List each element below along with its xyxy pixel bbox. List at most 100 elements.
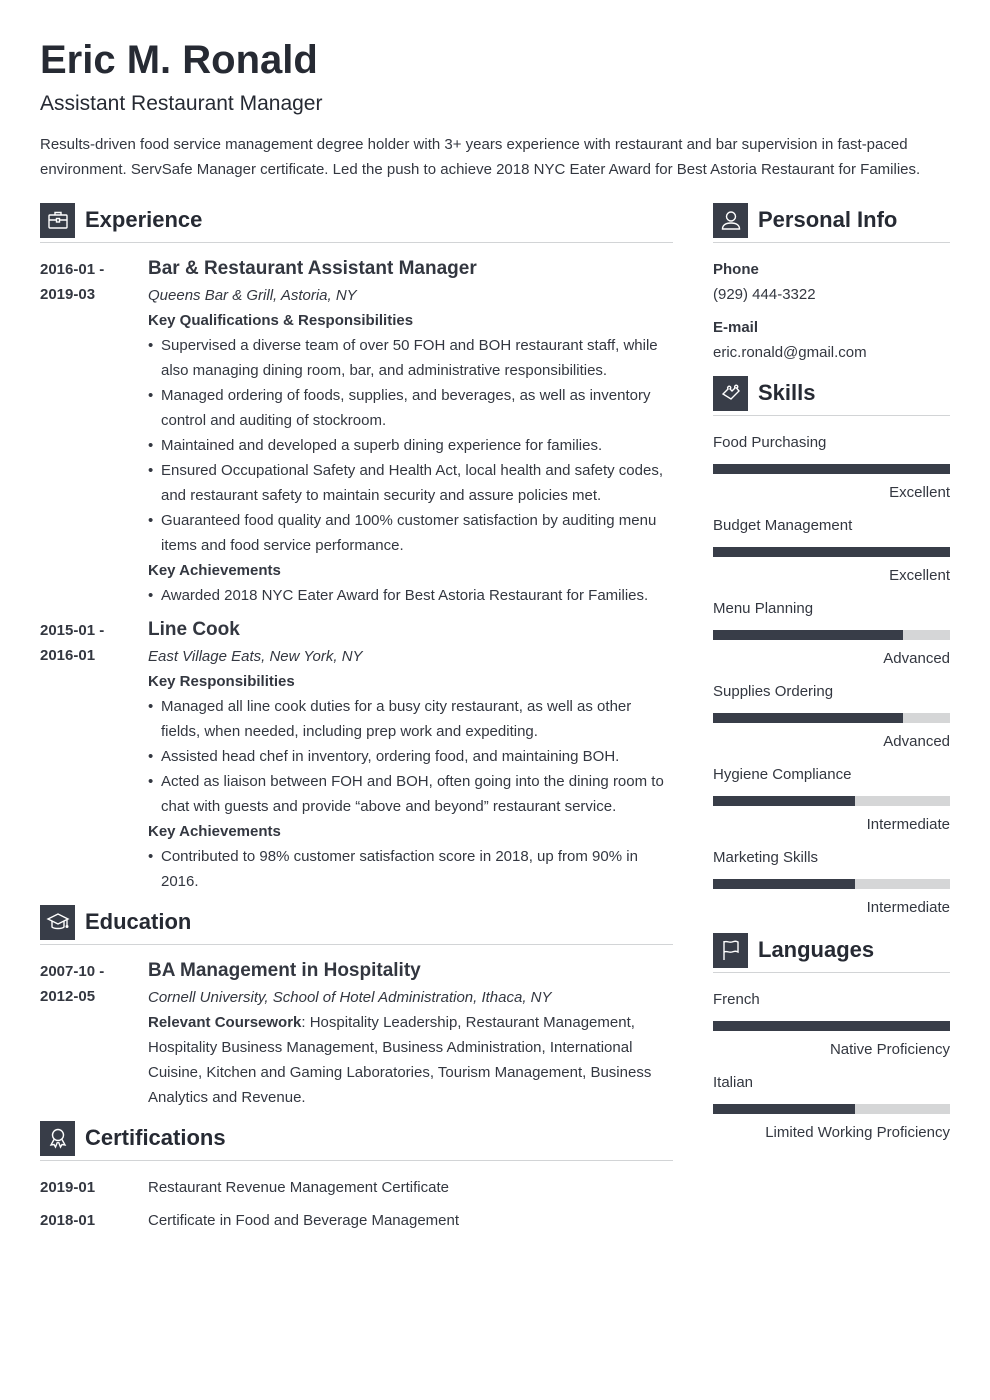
language-item: Italian Limited Working Proficiency bbox=[713, 1070, 950, 1145]
languages-header: Languages bbox=[713, 932, 950, 973]
certification-item: 2019-01 Restaurant Revenue Management Ce… bbox=[40, 1175, 673, 1200]
coursework-label: Relevant Coursework bbox=[148, 1014, 302, 1031]
language-item: French Native Proficiency bbox=[713, 987, 950, 1062]
skill-level-label: Intermediate bbox=[866, 816, 950, 833]
employer: Queens Bar & Grill, Astoria, NY bbox=[148, 287, 357, 304]
briefcase-icon bbox=[40, 202, 75, 238]
language-level-label: Limited Working Proficiency bbox=[765, 1124, 950, 1141]
graduation-cap-icon bbox=[40, 904, 75, 940]
responsibilities-label: Key Qualifications & Responsibilities bbox=[148, 312, 414, 329]
languages-section: Languages French Native Proficiency Italia… bbox=[713, 932, 950, 1145]
achievements-list: Contributed to 98% customer satisfaction… bbox=[148, 844, 673, 894]
language-level-fill bbox=[713, 1021, 950, 1031]
institution: Cornell University, School of Hotel Admi… bbox=[148, 989, 552, 1006]
certifications-header: Certifications bbox=[40, 1120, 673, 1161]
date-end: 2016-01 bbox=[40, 647, 96, 664]
certification-item: 2018-01 Certificate in Food and Beverage… bbox=[40, 1208, 673, 1233]
left-column: Experience 2016-01 - 2019-03 Bar & Resta… bbox=[40, 202, 673, 1241]
skills-header: Skills bbox=[713, 375, 950, 416]
phone-label: Phone bbox=[713, 261, 759, 278]
cert-date: 2018-01 bbox=[40, 1212, 96, 1229]
skill-level-fill bbox=[713, 547, 950, 557]
cert-date: 2019-01 bbox=[40, 1179, 96, 1196]
flag-icon bbox=[713, 932, 748, 968]
language-name: French bbox=[713, 991, 760, 1008]
entry-body: Line Cook East Village Eats, New York, N… bbox=[148, 618, 673, 894]
list-item: Guaranteed food quality and 100% custome… bbox=[148, 508, 673, 558]
list-item: Supervised a diverse team of over 50 FOH… bbox=[148, 333, 673, 383]
skills-title: Skills bbox=[758, 380, 816, 405]
skill-level-bar bbox=[713, 879, 950, 889]
entry-body: BA Management in Hospitality Cornell Uni… bbox=[148, 959, 673, 1110]
entry-body: Bar & Restaurant Assistant Manager Queen… bbox=[148, 257, 673, 608]
skill-item: Budget Management Excellent bbox=[713, 513, 950, 588]
phone-value: (929) 444-3322 bbox=[713, 286, 816, 303]
degree: BA Management in Hospitality bbox=[148, 960, 421, 981]
list-item: Acted as liaison between FOH and BOH, of… bbox=[148, 769, 673, 819]
date-start: 2007-10 - bbox=[40, 963, 105, 980]
responsibilities-list: Supervised a diverse team of over 50 FOH… bbox=[148, 333, 673, 558]
skill-level-label: Excellent bbox=[889, 484, 950, 501]
skill-item: Marketing Skills Intermediate bbox=[713, 845, 950, 920]
language-level-bar bbox=[713, 1104, 950, 1114]
email-label: E-mail bbox=[713, 319, 759, 336]
personal-info-title: Personal Info bbox=[758, 207, 898, 232]
summary: Results-driven food service management d… bbox=[40, 136, 921, 178]
experience-entry: 2015-01 - 2016-01 Line Cook East Village… bbox=[40, 618, 673, 894]
entry-date: 2007-10 - 2012-05 bbox=[40, 959, 148, 1110]
list-item: Managed all line cook duties for a busy … bbox=[148, 694, 673, 744]
candidate-name: Eric M. Ronald bbox=[40, 38, 318, 82]
date-end: 2012-05 bbox=[40, 988, 96, 1005]
right-column: Personal Info Phone (929) 444-3322 E-mai… bbox=[713, 202, 950, 1153]
skill-level-label: Advanced bbox=[883, 733, 950, 750]
education-header: Education bbox=[40, 904, 673, 945]
skill-level-fill bbox=[713, 630, 903, 640]
skill-level-label: Advanced bbox=[883, 650, 950, 667]
list-item: Contributed to 98% customer satisfaction… bbox=[148, 844, 673, 894]
experience-entry: 2016-01 - 2019-03 Bar & Restaurant Assis… bbox=[40, 257, 673, 608]
email-value: eric.ronald@gmail.com bbox=[713, 344, 867, 361]
skill-name: Food Purchasing bbox=[713, 434, 827, 451]
job-title: Line Cook bbox=[148, 619, 240, 640]
achievements-label: Key Achievements bbox=[148, 823, 281, 840]
experience-header: Experience bbox=[40, 202, 673, 243]
skill-item: Food Purchasing Excellent bbox=[713, 430, 950, 505]
skill-level-fill bbox=[713, 464, 950, 474]
skill-level-bar bbox=[713, 464, 950, 474]
skill-level-label: Intermediate bbox=[866, 899, 950, 916]
skill-level-bar bbox=[713, 547, 950, 557]
skill-level-label: Excellent bbox=[889, 567, 950, 584]
skill-name: Budget Management bbox=[713, 517, 853, 534]
skill-item: Supplies Ordering Advanced bbox=[713, 679, 950, 754]
cert-name: Restaurant Revenue Management Certificat… bbox=[148, 1179, 449, 1196]
coursework: Relevant Coursework: Hospitality Leaders… bbox=[148, 1010, 673, 1110]
responsibilities-list: Managed all line cook duties for a busy … bbox=[148, 694, 673, 819]
experience-title: Experience bbox=[85, 207, 203, 232]
experience-section: Experience 2016-01 - 2019-03 Bar & Resta… bbox=[40, 202, 673, 894]
language-level-label: Native Proficiency bbox=[829, 1041, 950, 1058]
language-name: Italian bbox=[713, 1074, 754, 1091]
skill-item: Menu Planning Advanced bbox=[713, 596, 950, 671]
skill-item: Hygiene Compliance Intermediate bbox=[713, 762, 950, 837]
skill-level-fill bbox=[713, 713, 903, 723]
skill-level-bar bbox=[713, 796, 950, 806]
skills-list: Food Purchasing Excellent Budget Managemen… bbox=[713, 430, 950, 920]
achievements-list: Awarded 2018 NYC Eater Award for Best As… bbox=[148, 583, 673, 608]
employer: East Village Eats, New York, NY bbox=[148, 648, 363, 665]
date-start: 2016-01 - bbox=[40, 261, 105, 278]
list-item: Ensured Occupational Safety and Health A… bbox=[148, 458, 673, 508]
certifications-title: Certifications bbox=[85, 1125, 226, 1150]
education-section: Education 2007-10 - 2012-05 BA Managemen… bbox=[40, 904, 673, 1110]
skill-level-fill bbox=[713, 879, 856, 889]
responsibilities-label: Key Responsibilities bbox=[148, 673, 295, 690]
skills-section: Skills Food Purchasing Excellent Budget Ma… bbox=[713, 375, 950, 920]
language-level-bar bbox=[713, 1021, 950, 1031]
award-ribbon-icon bbox=[40, 1120, 75, 1156]
date-start: 2015-01 - bbox=[40, 622, 105, 639]
entry-date: 2016-01 - 2019-03 bbox=[40, 257, 148, 608]
date-end: 2019-03 bbox=[40, 286, 96, 303]
list-item: Assisted head chef in inventory, orderin… bbox=[148, 744, 673, 769]
list-item: Maintained and developed a superb dining… bbox=[148, 433, 673, 458]
puzzle-piece-icon bbox=[713, 375, 748, 411]
skill-name: Supplies Ordering bbox=[713, 683, 834, 700]
